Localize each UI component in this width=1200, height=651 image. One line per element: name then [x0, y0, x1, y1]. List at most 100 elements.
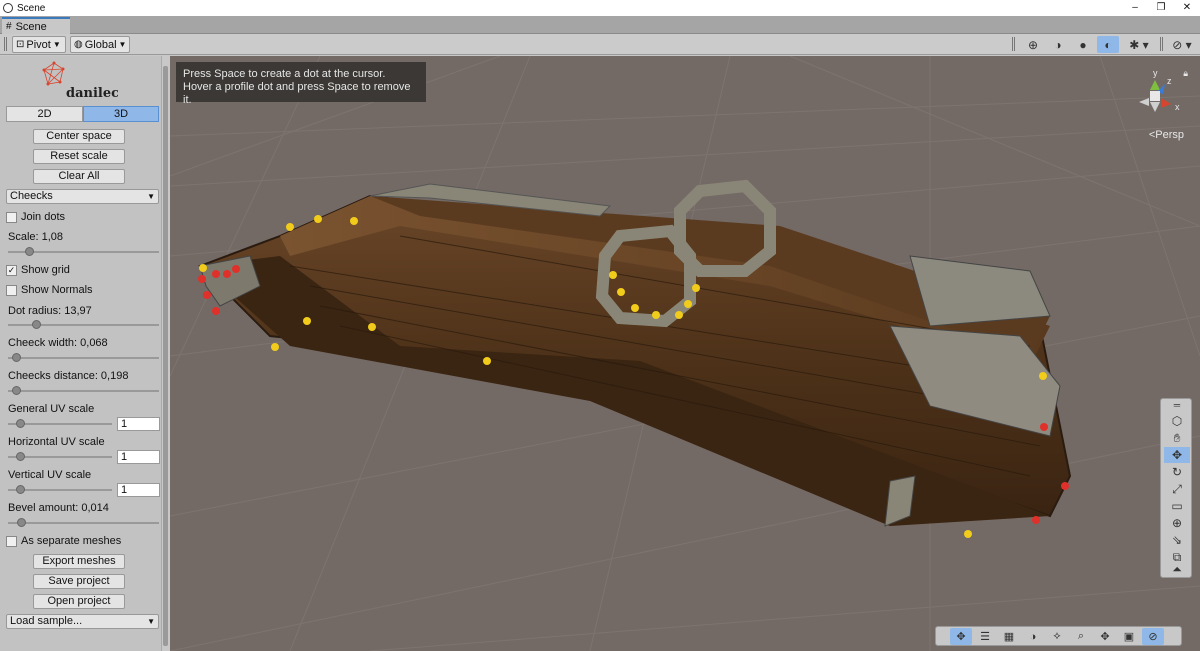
- cheeck-width-slider[interactable]: [8, 353, 159, 363]
- pivot-dropdown[interactable]: ⊡ Pivot ▼: [12, 36, 66, 53]
- move-snap-icon[interactable]: ✥: [950, 628, 972, 645]
- close-button[interactable]: ✕: [1174, 0, 1200, 16]
- profile-dot-red[interactable]: [223, 270, 231, 278]
- profile-dot-red[interactable]: [1040, 423, 1048, 431]
- export-meshes-button[interactable]: Export meshes: [33, 554, 125, 569]
- slider-knob[interactable]: [16, 419, 25, 428]
- toolbar-grip-right-2[interactable]: [1160, 37, 1163, 51]
- profile-dot-red[interactable]: [232, 265, 240, 273]
- panel-scrollbar[interactable]: [161, 56, 169, 651]
- profile-dot-yellow[interactable]: [286, 223, 294, 231]
- view-tool-icon[interactable]: ⬡: [1164, 413, 1190, 429]
- shading-icon[interactable]: ◑: [1022, 628, 1044, 645]
- wireframe-shading-icon[interactable]: ⊕: [1022, 36, 1044, 53]
- profile-dot-red[interactable]: [1032, 516, 1040, 524]
- slider-knob[interactable]: [16, 452, 25, 461]
- custom-tool-icon[interactable]: ⇘: [1164, 532, 1190, 548]
- orientation-gizmo[interactable]: y z x: [1139, 68, 1180, 112]
- join-dots-checkbox[interactable]: [6, 211, 17, 223]
- toolbar-grip[interactable]: [4, 37, 7, 51]
- show-normals-checkbox[interactable]: [6, 284, 17, 296]
- profile-dot-yellow[interactable]: [199, 264, 207, 272]
- profile-dot-yellow[interactable]: [631, 304, 639, 312]
- gizmos-dropdown[interactable]: ⊘ ▾: [1168, 36, 1196, 53]
- camera-icon[interactable]: ▣: [1118, 628, 1140, 645]
- global-dropdown[interactable]: ◍ Global ▼: [70, 36, 130, 53]
- profile-dot-yellow[interactable]: [652, 311, 660, 319]
- profile-dot-yellow[interactable]: [368, 323, 376, 331]
- separate-meshes-checkbox[interactable]: [6, 535, 17, 547]
- tab-scene[interactable]: # Scene: [2, 17, 70, 34]
- debug-draw-dropdown[interactable]: ✱ ▾: [1124, 36, 1154, 53]
- clear-all-button[interactable]: Clear All: [33, 169, 125, 184]
- slider-knob[interactable]: [17, 518, 26, 527]
- overlay-grip-icon[interactable]: ═: [1164, 400, 1190, 410]
- profile-dot-yellow[interactable]: [314, 215, 322, 223]
- maximize-button[interactable]: ❐: [1148, 0, 1174, 16]
- projection-label[interactable]: <Persp: [1149, 129, 1184, 141]
- general-uv-slider[interactable]: [8, 419, 112, 429]
- profile-dropdown[interactable]: Cheecks ▼: [6, 189, 159, 204]
- profile-dot-yellow[interactable]: [303, 317, 311, 325]
- profile-dot-red[interactable]: [212, 307, 220, 315]
- rendered-shading-icon[interactable]: ◐: [1097, 36, 1119, 53]
- profile-dot-yellow[interactable]: [964, 530, 972, 538]
- profile-dot-yellow[interactable]: [684, 300, 692, 308]
- slider-knob[interactable]: [12, 353, 21, 362]
- profile-dot-yellow[interactable]: [692, 284, 700, 292]
- slider-knob[interactable]: [32, 320, 41, 329]
- center-space-button[interactable]: Center space: [33, 129, 125, 144]
- scale-slider[interactable]: [8, 247, 159, 257]
- rect-tool-icon[interactable]: ▭: [1164, 498, 1190, 514]
- transform-tool-icon[interactable]: ⊕: [1164, 515, 1190, 531]
- hand-tool-icon[interactable]: ✋︎: [1164, 430, 1190, 446]
- profile-dot-red[interactable]: [1061, 482, 1069, 490]
- toolbar-grip-right[interactable]: [1012, 37, 1015, 51]
- cheecks-distance-slider[interactable]: [8, 386, 159, 396]
- profile-dot-red[interactable]: [198, 275, 206, 283]
- join-dots-row[interactable]: Join dots: [6, 211, 65, 223]
- reset-scale-button[interactable]: Reset scale: [33, 149, 125, 164]
- open-project-button[interactable]: Open project: [33, 594, 125, 609]
- bevel-slider[interactable]: [8, 518, 159, 528]
- scene-viewport[interactable]: y z x Press Space to create a dot at the…: [170, 56, 1200, 651]
- show-grid-checkbox[interactable]: ✓: [6, 264, 17, 276]
- lock-icon[interactable]: 🔒︎: [1183, 68, 1188, 79]
- align-icon[interactable]: ☰: [974, 628, 996, 645]
- general-uv-input[interactable]: 1: [117, 417, 160, 431]
- pan-icon[interactable]: ✥: [1094, 628, 1116, 645]
- scene-canvas[interactable]: y z x: [170, 56, 1200, 651]
- grid-icon[interactable]: ▦: [998, 628, 1020, 645]
- profile-dot-red[interactable]: [212, 270, 220, 278]
- profile-dot-yellow[interactable]: [617, 288, 625, 296]
- scale-tool-icon[interactable]: ⤢: [1164, 481, 1190, 497]
- profile-dot-red[interactable]: [203, 291, 211, 299]
- show-normals-row[interactable]: Show Normals: [6, 284, 93, 296]
- slider-knob[interactable]: [12, 386, 21, 395]
- mode-2d-tab[interactable]: 2D: [6, 106, 83, 122]
- show-grid-row[interactable]: ✓ Show grid: [6, 264, 70, 276]
- load-sample-dropdown[interactable]: Load sample... ▼: [6, 614, 159, 629]
- rotate-tool-icon[interactable]: ↻: [1164, 464, 1190, 480]
- vertical-uv-input[interactable]: 1: [117, 483, 160, 497]
- zoom-icon[interactable]: ⌕: [1070, 628, 1092, 645]
- profile-dot-yellow[interactable]: [1039, 372, 1047, 380]
- slider-knob[interactable]: [16, 485, 25, 494]
- gizmo-toggle-icon[interactable]: ⊘: [1142, 628, 1164, 645]
- slider-knob[interactable]: [25, 247, 34, 256]
- horizontal-uv-input[interactable]: 1: [117, 450, 160, 464]
- profile-dot-yellow[interactable]: [271, 343, 279, 351]
- move-tool-icon[interactable]: ✥: [1164, 447, 1190, 463]
- profile-dot-yellow[interactable]: [483, 357, 491, 365]
- scrollbar-thumb[interactable]: [163, 66, 168, 646]
- shaded-wireframe-icon[interactable]: ◑: [1047, 36, 1069, 53]
- separate-meshes-row[interactable]: As separate meshes: [6, 535, 121, 547]
- vertical-uv-slider[interactable]: [8, 485, 112, 495]
- profile-dot-yellow[interactable]: [350, 217, 358, 225]
- profile-dot-yellow[interactable]: [675, 311, 683, 319]
- horizontal-uv-slider[interactable]: [8, 452, 112, 462]
- profile-dot-yellow[interactable]: [609, 271, 617, 279]
- shaded-icon[interactable]: ●: [1072, 36, 1094, 53]
- vertex-snap-icon[interactable]: ⟡: [1046, 628, 1068, 645]
- dot-radius-slider[interactable]: [8, 320, 159, 330]
